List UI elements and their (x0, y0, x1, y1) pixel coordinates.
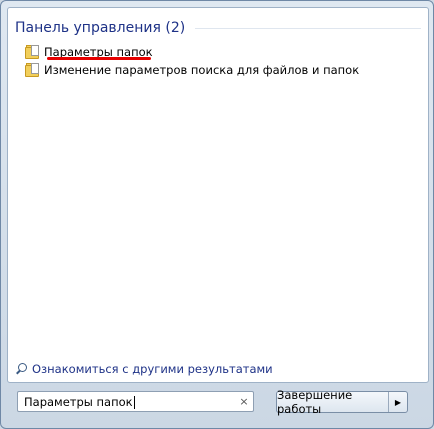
search-input[interactable]: Параметры папок × (17, 391, 254, 412)
result-item-search-options[interactable]: Изменение параметров поиска для файлов и… (25, 61, 359, 79)
search-icon (15, 363, 27, 375)
group-header-control-panel[interactable]: Панель управления (2) (15, 20, 421, 36)
folder-options-icon (25, 45, 39, 59)
shutdown-button[interactable]: Завершение работы (277, 388, 389, 416)
red-underline-annotation (47, 57, 151, 60)
see-more-label: Ознакомиться с другими результатами (32, 362, 273, 376)
shutdown-options-arrow-icon[interactable]: ▶ (389, 392, 407, 412)
start-menu: Панель управления (2) Параметры папок Из… (0, 0, 434, 429)
group-title: Панель управления (2) (15, 20, 186, 36)
header-divider (195, 27, 421, 29)
shutdown-button-group: Завершение работы ▶ (276, 388, 408, 416)
result-label: Изменение параметров поиска для файлов и… (44, 63, 360, 77)
search-input-value: Параметры папок (24, 394, 135, 409)
see-more-results-link[interactable]: Ознакомиться с другими результатами (15, 362, 273, 376)
clear-search-icon[interactable]: × (235, 395, 253, 408)
folder-options-icon (25, 63, 39, 77)
